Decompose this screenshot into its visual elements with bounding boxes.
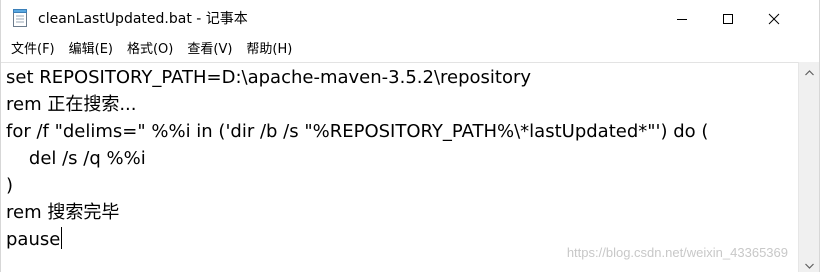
minimize-icon bbox=[676, 10, 688, 29]
title-bar[interactable]: cleanLastUpdated.bat - 记事本 bbox=[1, 0, 819, 38]
text-editor[interactable]: set REPOSITORY_PATH=D:\apache-maven-3.5.… bbox=[1, 62, 798, 272]
menu-view[interactable]: 查看(V) bbox=[183, 40, 236, 60]
scroll-up-button[interactable] bbox=[799, 62, 819, 79]
watermark: https://blog.csdn.net/weixin_43365369 bbox=[566, 245, 788, 260]
scroll-down-button[interactable] bbox=[799, 255, 819, 272]
editor-line-text: pause bbox=[6, 229, 61, 250]
menu-help[interactable]: 帮助(H) bbox=[242, 40, 296, 60]
editor-line: for /f "delims=" %%i in ('dir /b /s "%RE… bbox=[6, 121, 709, 142]
editor-line: rem 正在搜索... bbox=[6, 94, 137, 115]
editor-line: rem 搜索完毕 bbox=[6, 202, 120, 223]
vertical-scrollbar[interactable] bbox=[798, 62, 819, 272]
editor-line: set REPOSITORY_PATH=D:\apache-maven-3.5.… bbox=[6, 67, 532, 88]
menu-edit[interactable]: 编辑(E) bbox=[65, 40, 117, 60]
menu-format[interactable]: 格式(O) bbox=[123, 40, 177, 60]
menu-bar: 文件(F) 编辑(E) 格式(O) 查看(V) 帮助(H) bbox=[1, 38, 819, 62]
maximize-icon bbox=[722, 10, 734, 29]
chevron-down-icon bbox=[804, 254, 814, 272]
chevron-up-icon bbox=[804, 61, 814, 80]
minimize-button[interactable] bbox=[659, 0, 705, 38]
close-button[interactable] bbox=[751, 0, 797, 38]
close-icon bbox=[768, 10, 780, 29]
notepad-window: cleanLastUpdated.bat - 记事本 文件(F) 编辑(E) 格… bbox=[0, 0, 820, 272]
window-title: cleanLastUpdated.bat - 记事本 bbox=[38, 11, 248, 27]
maximize-button[interactable] bbox=[705, 0, 751, 38]
editor-line-last: pause bbox=[6, 227, 63, 253]
notepad-icon bbox=[12, 9, 28, 27]
text-caret bbox=[61, 227, 63, 249]
editor-line: ) bbox=[6, 175, 14, 196]
editor-line: del /s /q %%i bbox=[6, 148, 146, 169]
menu-file[interactable]: 文件(F) bbox=[7, 40, 59, 60]
